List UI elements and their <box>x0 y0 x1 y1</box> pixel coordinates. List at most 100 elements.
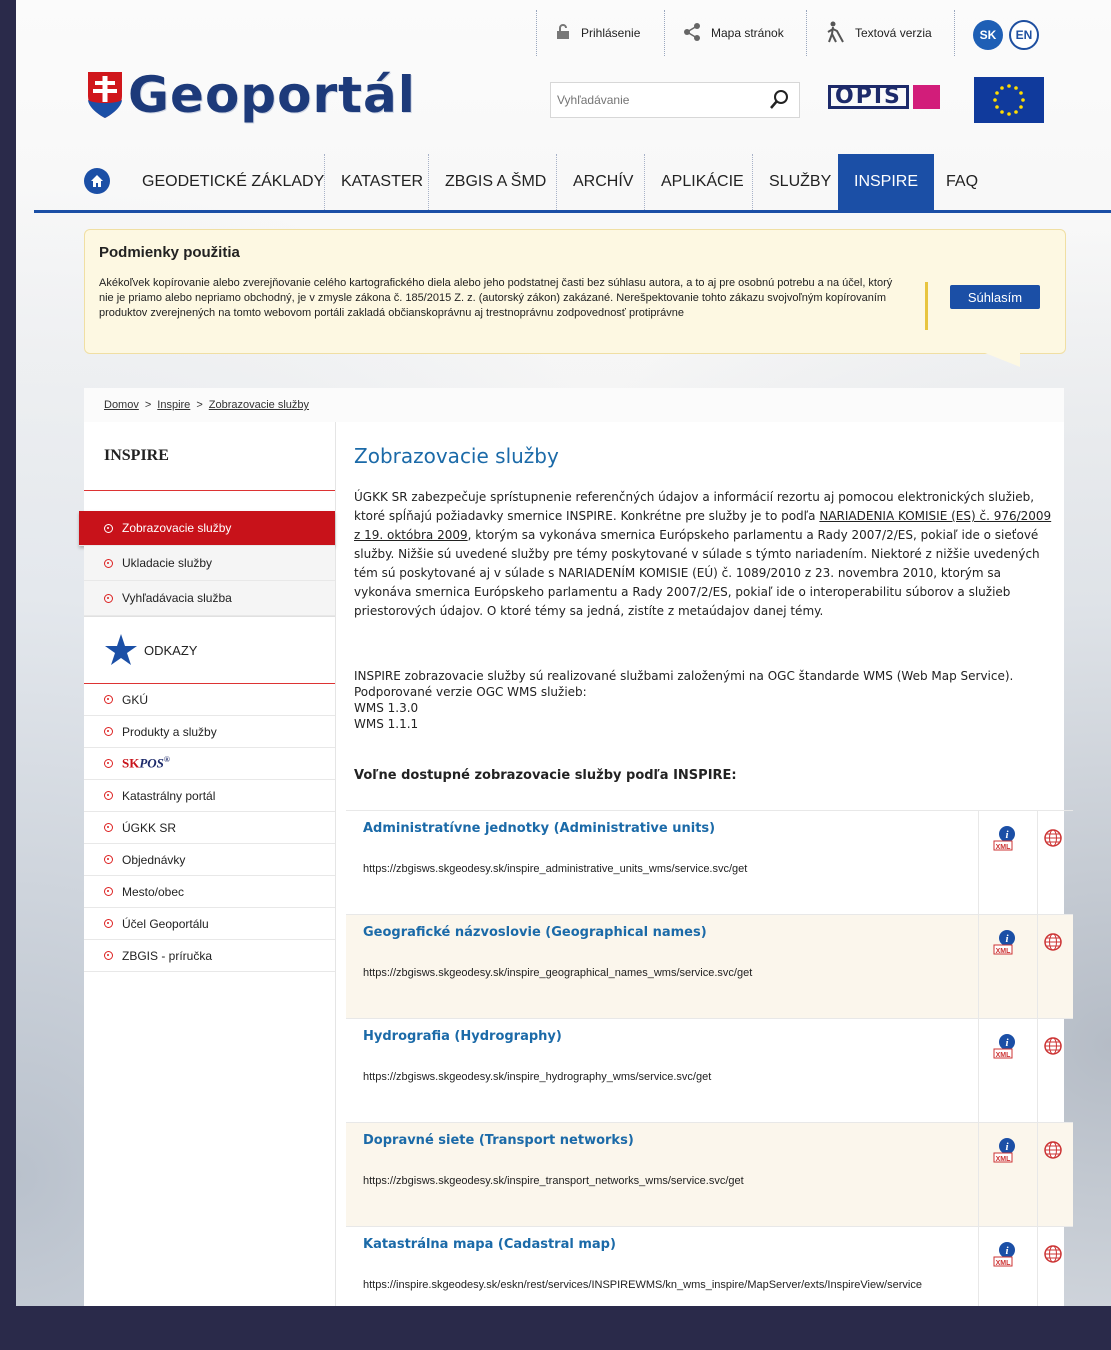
geoportal-logo[interactable]: Geoportál <box>86 66 416 124</box>
search-icon[interactable] <box>767 88 791 112</box>
breadcrumb-separator: > <box>144 399 152 411</box>
link-label: ZBGIS - príručka <box>122 948 213 963</box>
terms-notice: Podmienky použitia Akékoľvek kopírovanie… <box>84 229 1066 367</box>
lang-en-button[interactable]: EN <box>1009 20 1039 50</box>
service-row: Hydrografia (Hydrography) https://zbgisw… <box>346 1018 1073 1123</box>
services-heading: Voľne dostupné zobrazovacie služby podľa… <box>354 768 737 783</box>
service-row: Dopravné siete (Transport networks) http… <box>346 1122 1073 1227</box>
globe-icon[interactable] <box>1044 933 1062 951</box>
globe-icon[interactable] <box>1044 1037 1062 1055</box>
skpos-pos: POS <box>139 755 164 771</box>
links-menu: GKÚ Produkty a služby SKPOS® Katastrálny… <box>84 684 335 972</box>
login-label: Prihlásenie <box>581 26 641 40</box>
service-url: https://zbgisws.skgeodesy.sk/inspire_hyd… <box>363 1071 712 1083</box>
nav-item-aplikacie[interactable]: APLIKÁCIE <box>644 154 760 210</box>
service-url: https://zbgisws.skgeodesy.sk/inspire_geo… <box>363 967 753 979</box>
service-metadata-cell: i XML <box>978 1123 1038 1227</box>
service-title[interactable]: Geografické názvoslovie (Geographical na… <box>363 925 707 940</box>
terms-text: Akékoľvek kopírovanie alebo zverejňovani… <box>99 277 893 319</box>
link-objednavky[interactable]: Objednávky <box>84 844 335 876</box>
globe-icon[interactable] <box>1044 1245 1062 1263</box>
bullet-icon <box>104 855 113 864</box>
skpos-sk: SK <box>122 755 140 771</box>
service-metadata-cell: i XML <box>978 915 1038 1019</box>
xml-metadata-icon[interactable]: iXML <box>993 929 1017 957</box>
share-icon <box>683 22 701 44</box>
intro-paragraph: ÚGKK SR zabezpečuje sprístupnenie refere… <box>354 488 1054 621</box>
sitemap-link[interactable]: Mapa stránok <box>664 10 807 56</box>
eu-flag[interactable] <box>974 77 1044 123</box>
star-icon <box>105 634 137 665</box>
service-title[interactable]: Dopravné siete (Transport networks) <box>363 1133 634 1148</box>
svg-text:XML: XML <box>996 844 1012 851</box>
xml-metadata-icon[interactable]: iXML <box>993 1137 1017 1165</box>
nav-item-faq[interactable]: FAQ <box>930 154 994 210</box>
wms-line-2: Podporované verzie OGC WMS služieb: <box>354 685 587 699</box>
link-katastralny-portal[interactable]: Katastrálny portál <box>84 780 335 812</box>
service-title[interactable]: Hydrografia (Hydrography) <box>363 1029 562 1044</box>
sidebar-item-label: Zobrazovacie služby <box>122 521 232 535</box>
sidebar-item-vyhladavacia[interactable]: Vyhľadávacia služba <box>84 581 335 616</box>
nav-item-inspire[interactable]: INSPIRE <box>838 154 935 210</box>
links-heading: ODKAZY <box>84 616 335 684</box>
nav-item-archiv[interactable]: ARCHÍV <box>556 154 649 210</box>
search-input[interactable] <box>551 92 767 108</box>
logo-wordmark: Geoportál <box>128 66 416 124</box>
globe-icon[interactable] <box>1044 829 1062 847</box>
service-title[interactable]: Katastrálna mapa (Cadastral map) <box>363 1237 616 1252</box>
notice-tail <box>980 351 1020 367</box>
service-metadata-cell: i XML <box>978 811 1038 915</box>
login-link[interactable]: Prihlásenie <box>536 10 665 56</box>
bullet-icon <box>104 823 113 832</box>
text-version-link[interactable]: Textová verzia <box>806 10 955 56</box>
bullet-icon <box>104 695 113 704</box>
lang-sk-button[interactable]: SK <box>973 20 1003 50</box>
bullet-icon <box>104 919 113 928</box>
nav-item-sluzby[interactable]: SLUŽBY <box>752 154 847 210</box>
main-nav: GEODETICKÉ ZÁKLADY KATASTER ZBGIS A ŠMD … <box>34 154 1111 213</box>
link-label: Produkty a služby <box>122 724 217 739</box>
link-label: Mesto/obec <box>122 884 185 899</box>
lock-icon <box>555 23 571 43</box>
breadcrumb-inspire[interactable]: Inspire <box>157 399 190 411</box>
sidebar-item-ukladacie[interactable]: Ukladacie služby <box>84 546 335 581</box>
svg-text:XML: XML <box>996 1156 1012 1163</box>
link-label: Katastrálny portál <box>122 788 216 803</box>
bullet-icon <box>104 558 113 568</box>
link-ugkk[interactable]: ÚGKK SR <box>84 812 335 844</box>
link-mesto-obec[interactable]: Mesto/obec <box>84 876 335 908</box>
link-zbgis-prirucka[interactable]: ZBGIS - príručka <box>84 940 335 972</box>
bullet-icon <box>104 523 113 533</box>
sidebar-item-zobrazovacie[interactable]: Zobrazovacie služby <box>79 511 335 546</box>
utility-bar: Prihlásenie Mapa stránok Textová verzia … <box>16 0 1111 68</box>
xml-metadata-icon[interactable]: iXML <box>993 825 1017 853</box>
nav-item-kataster[interactable]: KATASTER <box>324 154 439 210</box>
service-map-cell <box>1037 811 1074 915</box>
link-produkty[interactable]: Produkty a služby <box>84 716 335 748</box>
service-title[interactable]: Administratívne jednotky (Administrative… <box>363 821 715 836</box>
globe-icon[interactable] <box>1044 1141 1062 1159</box>
wms-version-111: WMS 1.1.1 <box>354 717 419 731</box>
bullet-icon <box>104 727 113 736</box>
sidebar-item-label: Vyhľadávacia služba <box>122 591 232 605</box>
agree-button[interactable]: Súhlasím <box>950 285 1040 309</box>
breadcrumb-home[interactable]: Domov <box>104 399 139 411</box>
xml-metadata-icon[interactable]: iXML <box>993 1033 1017 1061</box>
bullet-icon <box>104 951 113 960</box>
skpos-reg: ® <box>163 755 170 765</box>
link-ucel-geoportalu[interactable]: Účel Geoportálu <box>84 908 335 940</box>
link-gku[interactable]: GKÚ <box>84 684 335 716</box>
opis-logo[interactable]: OPIS <box>828 84 940 110</box>
nav-item-geodeticke-zaklady[interactable]: GEODETICKÉ ZÁKLADY <box>126 154 340 210</box>
home-icon[interactable] <box>84 168 110 194</box>
wms-line-1: INSPIRE zobrazovacie služby sú realizova… <box>354 669 1014 683</box>
breadcrumb-current[interactable]: Zobrazovacie služby <box>209 399 309 411</box>
terms-title: Podmienky použitia <box>99 244 240 261</box>
xml-metadata-icon[interactable]: iXML <box>993 1241 1017 1269</box>
text-version-label: Textová verzia <box>855 26 932 40</box>
service-row: Katastrálna mapa (Cadastral map) https:/… <box>346 1226 1073 1306</box>
service-url: https://zbgisws.skgeodesy.sk/inspire_tra… <box>363 1175 744 1187</box>
service-map-cell <box>1037 1123 1074 1227</box>
link-skpos[interactable]: SKPOS® <box>84 748 335 780</box>
nav-item-zbgis[interactable]: ZBGIS A ŠMD <box>428 154 562 210</box>
